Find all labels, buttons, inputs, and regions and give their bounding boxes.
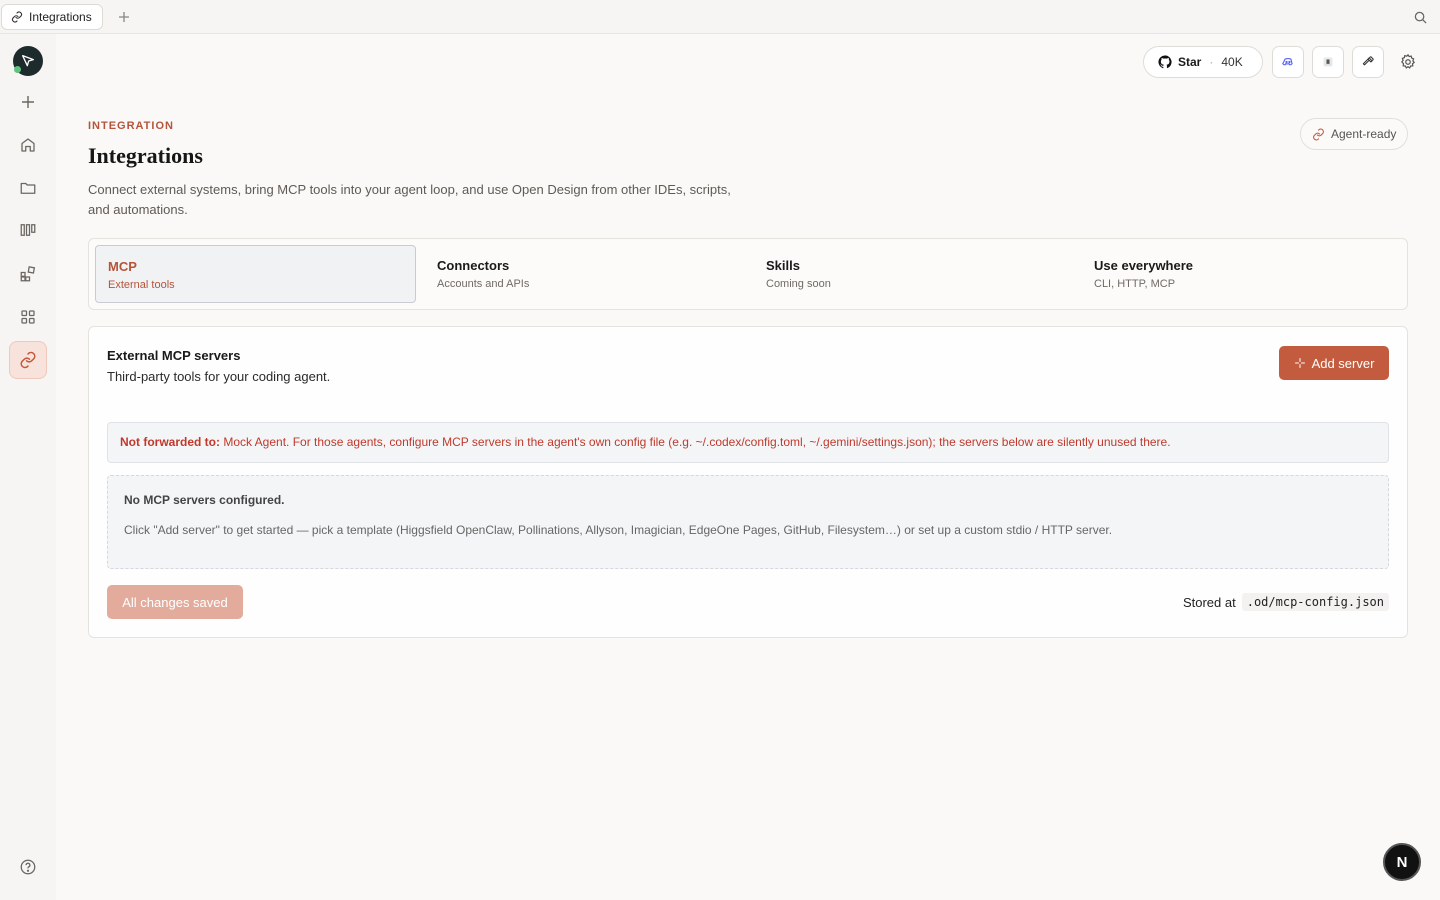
sparkle-icon [1294,357,1306,369]
add-server-button[interactable]: Add server [1279,346,1389,380]
link-icon [19,351,37,369]
sidebar-item-home[interactable] [9,126,47,164]
bookmark-button[interactable] [1312,46,1344,78]
discord-icon [1281,55,1295,69]
blocks-icon [19,265,37,283]
tab-skills[interactable]: Skills Coming soon [754,245,1074,303]
page-title: Integrations [88,143,203,168]
tab-mcp[interactable]: MCP External tools [95,245,416,303]
tab-subtitle: Coming soon [766,278,831,290]
link-icon [11,11,23,23]
page-eyebrow: INTEGRATION [88,120,174,132]
hammer-icon [1361,55,1375,69]
tab-strip: Integrations [0,0,1440,34]
plus-icon [20,94,36,110]
agent-ready-badge[interactable]: Agent-ready [1300,118,1408,150]
star-label: Star [1178,55,1202,69]
not-forwarded-warning: Not forwarded to: Mock Agent. For those … [107,422,1389,463]
empty-description: Click "Add server" to get started — pick… [124,523,1113,537]
tab-use-everywhere[interactable]: Use everywhere CLI, HTTP, MCP [1082,245,1402,303]
sidebar-item-apps[interactable] [9,298,47,336]
help-icon[interactable] [19,858,37,876]
sidebar-item-projects[interactable] [9,169,47,207]
tab-subtitle: CLI, HTTP, MCP [1094,278,1176,290]
github-icon [1158,55,1172,69]
library-icon [19,221,37,239]
tab-subtitle: Accounts and APIs [437,278,530,290]
tab-title: Connectors [437,258,510,273]
integration-tabs: MCP External tools Connectors Accounts a… [88,238,1408,310]
discord-button[interactable] [1272,46,1304,78]
status-dot [14,66,21,73]
empty-title: No MCP servers configured. [124,493,285,507]
star-count: 40K [1221,55,1243,69]
bookmark-icon [1322,56,1334,68]
folder-icon [19,179,37,197]
add-server-label: Add server [1311,355,1375,371]
tab-title: MCP [108,259,137,274]
empty-state: No MCP servers configured. Click "Add se… [107,475,1389,569]
config-path: .od/mcp-config.json [1241,593,1389,611]
sidebar-item-integrations[interactable] [9,341,47,379]
tab-title: Use everywhere [1094,258,1194,273]
tab-subtitle: External tools [108,279,175,291]
new-tab-icon[interactable] [116,9,132,25]
config-location: Stored at .od/mcp-config.json [1183,593,1389,611]
sidebar [0,34,56,900]
tab-connectors[interactable]: Connectors Accounts and APIs [425,245,745,303]
sidebar-item-components[interactable] [9,255,47,293]
home-icon [19,136,37,154]
tab-title: Skills [766,258,800,273]
assistant-fab-button[interactable]: N [1383,843,1421,881]
link-icon [1312,128,1325,141]
settings-gear-icon[interactable] [1396,50,1420,74]
save-status-button[interactable]: All changes saved [107,585,243,619]
tab-label: Integrations [29,10,92,24]
warning-label: Not forwarded to: [120,435,220,449]
search-icon[interactable] [1414,11,1427,24]
page-description: Connect external systems, bring MCP tool… [88,182,731,217]
star-separator: · [1209,55,1214,69]
new-project-button[interactable] [9,83,47,121]
sidebar-item-library[interactable] [9,211,47,249]
tools-button[interactable] [1352,46,1384,78]
panel-subtitle: Third-party tools for your coding agent. [107,369,331,384]
panel-title: External MCP servers [107,348,241,363]
stored-label: Stored at [1182,594,1236,610]
warning-text: Mock Agent. For those agents, configure … [220,435,1171,449]
github-star-button[interactable]: Star · 40K [1143,46,1263,78]
app-logo[interactable] [13,46,43,76]
agent-ready-label: Agent-ready [1331,127,1397,141]
grid-icon [19,308,37,326]
mcp-servers-panel: External MCP servers Third-party tools f… [88,326,1408,638]
tab-integrations[interactable]: Integrations [1,4,103,30]
